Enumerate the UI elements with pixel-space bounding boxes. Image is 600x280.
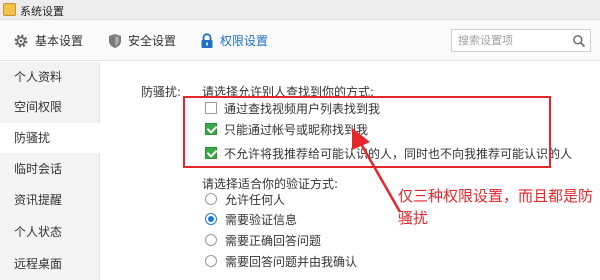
- annotation-text: 仅三种权限设置，而且都是防骚扰: [398, 187, 594, 227]
- annotation-arrow: [352, 128, 402, 213]
